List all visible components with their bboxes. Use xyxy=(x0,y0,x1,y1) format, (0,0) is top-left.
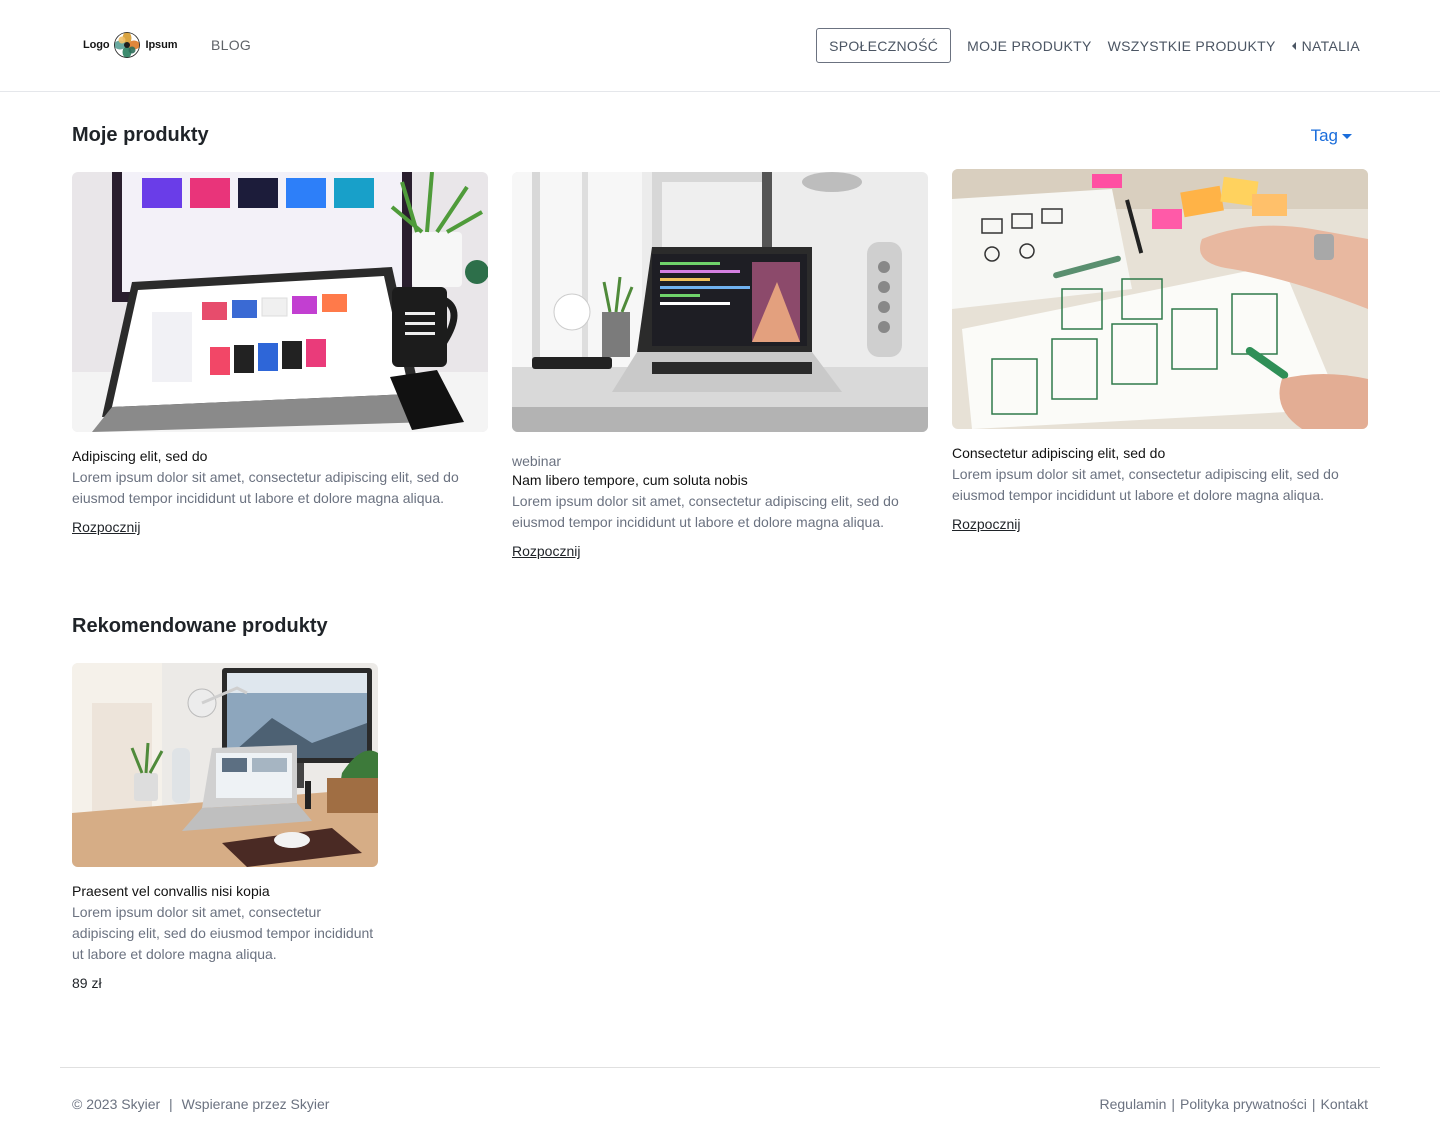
product-image-wireframes[interactable] xyxy=(952,169,1368,429)
product-image-laptop-code[interactable] xyxy=(512,172,928,432)
card-title[interactable]: Nam libero tempore, cum soluta nobis xyxy=(512,472,928,488)
product-card: Consectetur adipiscing elit, sed do Lore… xyxy=(952,169,1368,534)
footer-left: © 2023 Skyier | Wspierane przez Skyier xyxy=(72,1096,329,1112)
logo-text-right: Ipsum xyxy=(145,39,178,51)
tag-dropdown-label: Tag xyxy=(1310,126,1338,145)
card-description: Lorem ipsum dolor sit amet, consectetur … xyxy=(72,904,374,962)
footer-separator: | xyxy=(1171,1096,1176,1112)
nav-my-products[interactable]: MOJE PRODUKTY xyxy=(967,38,1091,54)
card-category: webinar xyxy=(512,453,562,469)
card-description: Lorem ipsum dolor sit amet, consectetur … xyxy=(512,493,899,530)
nav-all-products[interactable]: WSZYSTKIE PRODUKTY xyxy=(1108,38,1276,54)
product-image-laptop-mug[interactable] xyxy=(72,172,488,432)
footer-links: Regulamin | Polityka prywatności | Konta… xyxy=(1099,1096,1368,1112)
start-link[interactable]: Rozpocznij xyxy=(72,519,140,535)
card-title[interactable]: Consectetur adipiscing elit, sed do xyxy=(952,445,1368,461)
copyright-text: © 2023 Skyier xyxy=(72,1096,161,1112)
recommended-title: Rekomendowane produkty xyxy=(72,615,328,637)
caret-left-icon xyxy=(1291,41,1296,50)
my-products-title: Moje produkty xyxy=(72,124,209,146)
user-name: NATALIA xyxy=(1301,37,1360,54)
product-card: webinar Nam libero tempore, cum soluta n… xyxy=(512,172,928,561)
card-description: Lorem ipsum dolor sit amet, consectetur … xyxy=(72,469,459,506)
recommended-card: Praesent vel convallis nisi kopia Lorem … xyxy=(72,663,378,991)
card-title[interactable]: Adipiscing elit, sed do xyxy=(72,448,488,464)
footer-divider xyxy=(60,1067,1380,1068)
start-link[interactable]: Rozpocznij xyxy=(952,516,1020,532)
product-card: Adipiscing elit, sed do Lorem ipsum dolo… xyxy=(72,172,488,537)
community-button[interactable]: SPOŁECZNOŚĆ xyxy=(816,28,952,63)
card-description: Lorem ipsum dolor sit amet, consectetur … xyxy=(952,466,1339,503)
card-price: 89 zł xyxy=(72,975,102,991)
logo[interactable]: Logo Ipsum xyxy=(83,31,177,59)
footer-separator: | xyxy=(169,1096,173,1112)
nav-right: SPOŁECZNOŚĆ MOJE PRODUKTY WSZYSTKIE PROD… xyxy=(816,28,1360,63)
nav-blog[interactable]: BLOG xyxy=(211,37,251,53)
product-image-desk-setup[interactable] xyxy=(72,663,378,867)
footer-separator: | xyxy=(1311,1096,1316,1112)
caret-down-icon xyxy=(1342,133,1352,139)
tag-dropdown[interactable]: Tag xyxy=(1311,126,1352,146)
card-title[interactable]: Praesent vel convallis nisi kopia xyxy=(72,883,378,899)
logo-flower-icon xyxy=(114,32,141,58)
site-header: Logo Ipsum BLOG SPOŁECZNOŚĆ MOJE PRODUKT… xyxy=(0,0,1440,92)
privacy-link[interactable]: Polityka prywatności xyxy=(1180,1096,1307,1112)
terms-link[interactable]: Regulamin xyxy=(1099,1096,1166,1112)
user-menu[interactable]: NATALIA xyxy=(1291,37,1360,54)
contact-link[interactable]: Kontakt xyxy=(1321,1096,1368,1112)
powered-by-link[interactable]: Wspierane przez Skyier xyxy=(182,1096,330,1112)
logo-text-left: Logo xyxy=(83,39,110,51)
start-link[interactable]: Rozpocznij xyxy=(512,543,580,559)
